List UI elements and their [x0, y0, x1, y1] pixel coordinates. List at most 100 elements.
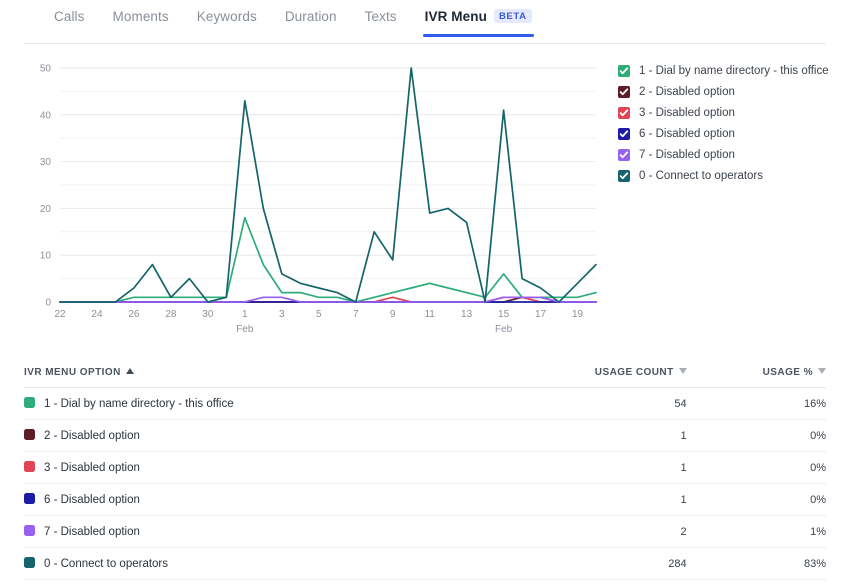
legend-item-label: 2 - Disabled option [639, 86, 735, 98]
sort-desc-icon[interactable] [679, 366, 687, 377]
x-axis-tick-label: 11 [424, 309, 435, 320]
series-color-swatch [24, 429, 35, 440]
legend-item[interactable]: 2 - Disabled option [618, 81, 832, 102]
legend-item-label: 1 - Dial by name directory - this office [639, 65, 829, 77]
legend-checkbox-icon[interactable] [618, 149, 630, 161]
ivr-option-label: 6 - Disabled option [44, 494, 140, 506]
cell-usage-percent: 0% [687, 420, 826, 452]
x-axis-tick-label: 5 [316, 309, 322, 320]
x-axis-tick-label: 1 [242, 309, 248, 320]
sort-asc-icon[interactable] [126, 366, 134, 377]
cell-ivr-menu-option: 3 - Disabled option [24, 452, 485, 484]
legend-item-label: 7 - Disabled option [639, 149, 735, 161]
chart-series-line [60, 218, 596, 302]
table-header-label: IVR MENU OPTION [24, 367, 121, 378]
cell-usage-percent: 83% [687, 548, 826, 580]
y-axis-tick-label: 10 [40, 251, 52, 262]
legend-item[interactable]: 0 - Connect to operators [618, 165, 832, 186]
y-axis-tick-label: 40 [40, 110, 52, 121]
legend-checkbox-icon[interactable] [618, 107, 630, 119]
cell-ivr-menu-option: 2 - Disabled option [24, 420, 485, 452]
ivr-option-label: 3 - Disabled option [44, 462, 140, 474]
series-color-swatch [24, 461, 35, 472]
legend-checkbox-icon[interactable] [618, 128, 630, 140]
x-axis-tick-label: 17 [535, 309, 547, 320]
tab-texts[interactable]: Texts [351, 0, 411, 37]
legend-checkbox-icon[interactable] [618, 170, 630, 182]
tab-duration[interactable]: Duration [271, 0, 351, 37]
table-row[interactable]: 2 - Disabled option10% [24, 420, 826, 452]
sort-desc-icon[interactable] [818, 366, 826, 377]
line-chart-svg: 010203040502224262830135791113151719FebF… [18, 58, 604, 342]
series-color-swatch [24, 397, 35, 408]
legend-checkbox-icon[interactable] [618, 65, 630, 77]
cell-usage-percent: 16% [687, 388, 826, 420]
cell-usage-count: 54 [485, 388, 687, 420]
chart-region: 010203040502224262830135791113151719FebF… [0, 44, 850, 344]
table-row[interactable]: 7 - Disabled option 21% [24, 516, 826, 548]
x-axis-month-label: Feb [495, 324, 513, 335]
cell-usage-count: 2 [485, 516, 687, 548]
table-header-label: USAGE COUNT [595, 367, 674, 378]
table-header-usage-count[interactable]: USAGE COUNT [485, 366, 687, 388]
cell-usage-count: 1 [485, 484, 687, 516]
tab-bar: Calls Moments Keywords Duration Texts IVR Men… [0, 0, 850, 44]
x-axis-tick-label: 15 [498, 309, 510, 320]
ivr-option-label: 0 - Connect to operators [44, 558, 168, 570]
legend-item-label: 0 - Connect to operators [639, 170, 763, 182]
x-axis-tick-label: 7 [353, 309, 359, 320]
chart-legend: 1 - Dial by name directory - this office… [604, 60, 832, 344]
series-color-swatch [24, 557, 35, 568]
x-axis-tick-label: 26 [128, 309, 140, 320]
cell-usage-count: 1 [485, 452, 687, 484]
legend-item[interactable]: 7 - Disabled option [618, 144, 832, 165]
cell-usage-count: 284 [485, 548, 687, 580]
active-tab-underline [423, 34, 534, 37]
table-row[interactable]: 1 - Dial by name directory - this office… [24, 388, 826, 420]
tab-label: Texts [365, 9, 397, 24]
tab-label: Calls [54, 9, 85, 24]
legend-item[interactable]: 6 - Disabled option [618, 123, 832, 144]
x-axis-tick-label: 30 [202, 309, 214, 320]
ivr-option-label: 2 - Disabled option [44, 430, 140, 442]
legend-checkbox-icon[interactable] [618, 86, 630, 98]
table-row[interactable]: 3 - Disabled option 10% [24, 452, 826, 484]
table-header-row: IVR MENU OPTION USAGE COUNT USAGE % [24, 366, 826, 388]
table-row[interactable]: 0 - Connect to operators 28483% [24, 548, 826, 580]
ivr-menu-table: IVR MENU OPTION USAGE COUNT USAGE % 1 - Di… [24, 366, 826, 580]
legend-item-label: 6 - Disabled option [639, 128, 735, 140]
y-axis-tick-label: 30 [40, 157, 52, 168]
tab-calls[interactable]: Calls [40, 0, 99, 37]
cell-usage-percent: 1% [687, 516, 826, 548]
tab-label: IVR Menu [425, 9, 487, 24]
x-axis-tick-label: 13 [461, 309, 473, 320]
cell-usage-percent: 0% [687, 452, 826, 484]
table-row[interactable]: 6 - Disabled option10% [24, 484, 826, 516]
tab-label: Keywords [197, 9, 257, 24]
tab-label: Moments [113, 9, 169, 24]
tab-keywords[interactable]: Keywords [183, 0, 271, 37]
cell-ivr-menu-option: 7 - Disabled option [24, 516, 485, 548]
ivr-option-label: 1 - Dial by name directory - this office [44, 398, 234, 410]
table-header-label: USAGE % [763, 367, 813, 378]
cell-ivr-menu-option: 1 - Dial by name directory - this office [24, 388, 485, 420]
y-axis-tick-label: 50 [40, 64, 52, 75]
table-body: 1 - Dial by name directory - this office… [24, 388, 826, 580]
x-axis-tick-label: 19 [572, 309, 584, 320]
x-axis-tick-label: 24 [91, 309, 103, 320]
x-axis-tick-label: 9 [390, 309, 396, 320]
series-color-swatch [24, 493, 35, 504]
table-header-ivr-menu-option[interactable]: IVR MENU OPTION [24, 366, 485, 388]
legend-item-label: 3 - Disabled option [639, 107, 735, 119]
tab-moments[interactable]: Moments [99, 0, 183, 37]
x-axis-tick-label: 28 [165, 309, 177, 320]
tab-ivr-menu[interactable]: IVR MenuBETA [411, 0, 546, 37]
cell-ivr-menu-option: 0 - Connect to operators [24, 548, 485, 580]
cell-ivr-menu-option: 6 - Disabled option [24, 484, 485, 516]
y-axis-tick-label: 20 [40, 204, 52, 215]
table-header-usage[interactable]: USAGE % [687, 366, 826, 388]
legend-item[interactable]: 1 - Dial by name directory - this office [618, 60, 832, 81]
legend-item[interactable]: 3 - Disabled option [618, 102, 832, 123]
x-axis-tick-label: 3 [279, 309, 285, 320]
ivr-option-label: 7 - Disabled option [44, 526, 140, 538]
